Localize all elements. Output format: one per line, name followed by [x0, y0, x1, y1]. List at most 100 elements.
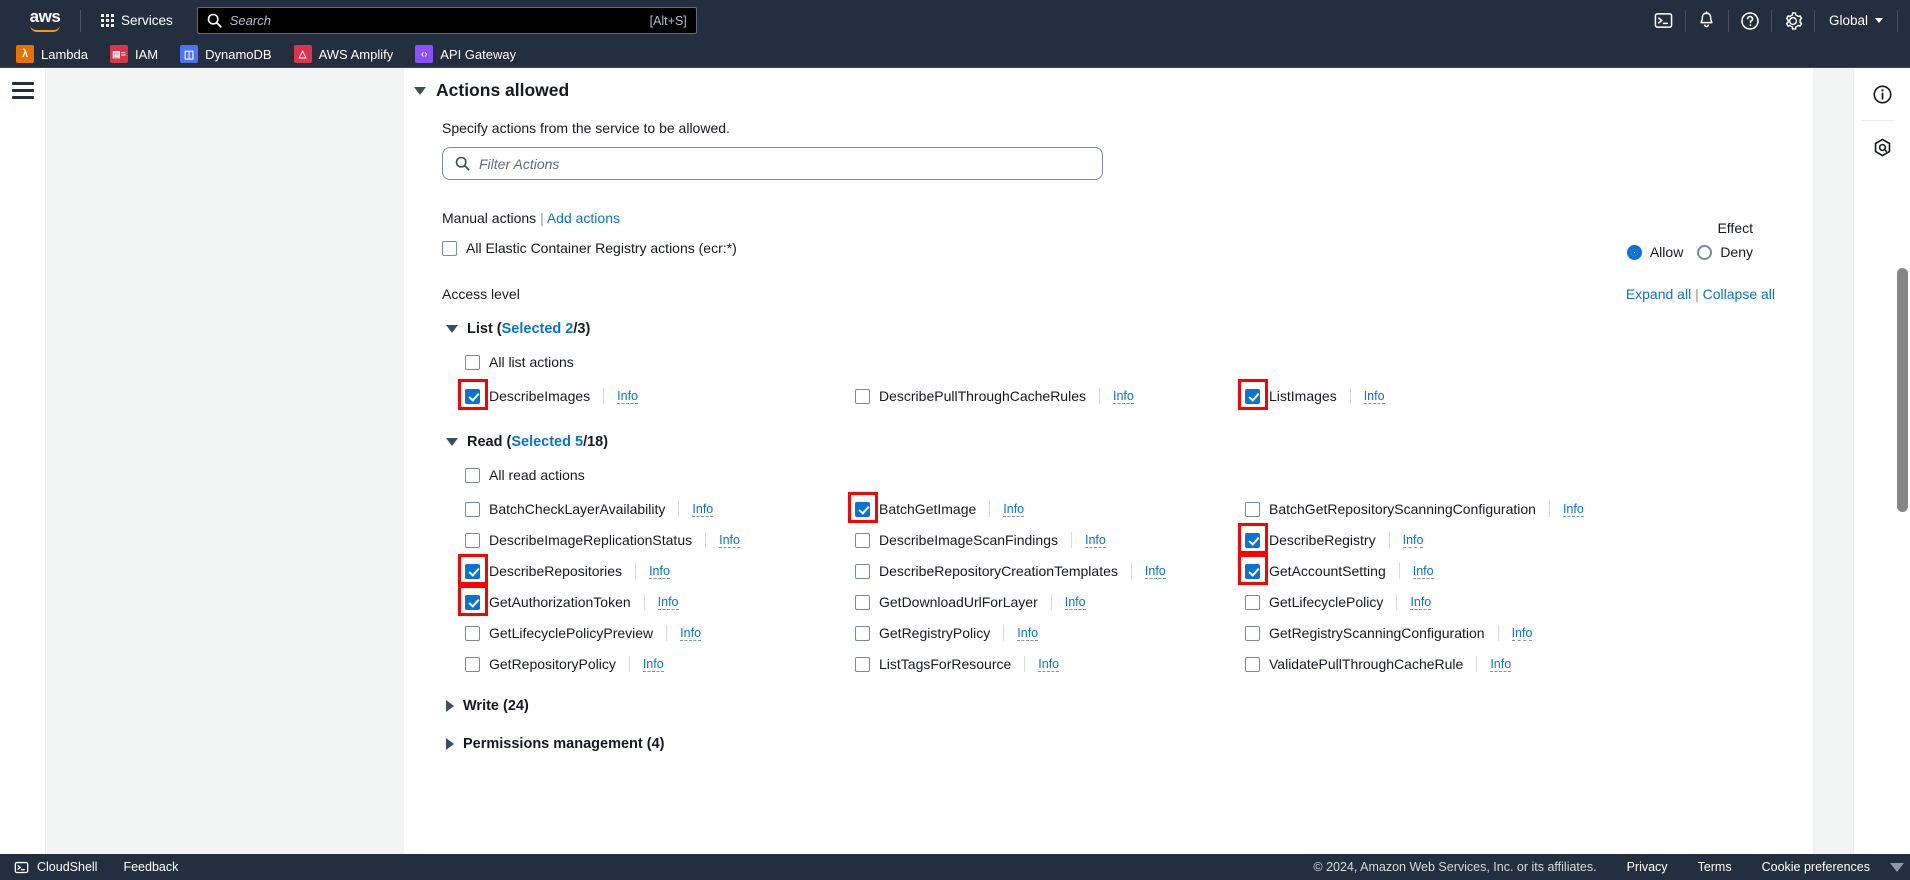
group-header-permissions-management[interactable]: Permissions management (4)	[442, 736, 1775, 752]
menu-toggle-icon[interactable]	[11, 82, 34, 99]
chevron-down-icon[interactable]	[446, 438, 458, 446]
action-label[interactable]: DescribeImageReplicationStatus	[489, 532, 692, 548]
effect-allow-radio[interactable]	[1626, 244, 1642, 260]
action-item[interactable]: DescribeImageScanFindings Info	[855, 528, 1245, 552]
all-list-actions-label[interactable]: All list actions	[489, 354, 574, 370]
favorite-lambda[interactable]: λ Lambda	[16, 45, 88, 63]
action-checkbox[interactable]	[465, 532, 480, 548]
action-label[interactable]: GetAccountSetting	[1269, 563, 1386, 579]
action-label[interactable]: GetRegistryScanningConfiguration	[1269, 625, 1485, 641]
action-label[interactable]: BatchCheckLayerAvailability	[489, 501, 665, 517]
info-link[interactable]: Info	[1038, 657, 1060, 672]
action-label[interactable]: GetLifecyclePolicy	[1269, 594, 1383, 610]
action-item[interactable]: BatchCheckLayerAvailability Info	[465, 497, 855, 521]
info-link[interactable]: Info	[1084, 533, 1106, 548]
all-read-actions-label[interactable]: All read actions	[489, 467, 585, 483]
action-item[interactable]: BatchGetRepositoryScanningConfiguration …	[1245, 497, 1775, 521]
action-label[interactable]: GetAuthorizationToken	[489, 594, 631, 610]
info-link[interactable]: Info	[1144, 564, 1166, 579]
all-service-actions-checkbox[interactable]	[442, 240, 457, 256]
aws-logo[interactable]: aws	[14, 8, 76, 32]
action-item[interactable]: DescribeImageReplicationStatus Info	[465, 528, 855, 552]
action-label[interactable]: GetRepositoryPolicy	[489, 656, 616, 672]
filter-actions-input[interactable]: Filter Actions	[442, 147, 1103, 180]
action-item[interactable]: ValidatePullThroughCacheRule Info	[1245, 652, 1775, 676]
action-checkbox[interactable]	[1245, 532, 1260, 548]
action-checkbox[interactable]	[1245, 501, 1260, 517]
action-item[interactable]: ListImages Info	[1238, 379, 1775, 410]
action-checkbox[interactable]	[1245, 625, 1260, 641]
info-link[interactable]: Info	[617, 389, 639, 404]
info-link[interactable]: Info	[1410, 595, 1432, 610]
page-scrollbar[interactable]	[1895, 68, 1910, 854]
action-checkbox[interactable]	[855, 388, 870, 404]
info-link[interactable]: Info	[1064, 595, 1086, 610]
action-checkbox[interactable]	[855, 625, 870, 641]
action-checkbox[interactable]	[855, 501, 870, 517]
action-item[interactable]: BatchGetImage Info	[848, 492, 1245, 523]
action-checkbox[interactable]	[855, 532, 870, 548]
group-header-read[interactable]: Read (Selected 5/18)	[442, 434, 1775, 450]
action-checkbox[interactable]	[855, 563, 870, 579]
bell-icon[interactable]	[1686, 0, 1728, 41]
scrollbar-thumb[interactable]	[1897, 268, 1908, 512]
help-icon[interactable]	[1729, 0, 1771, 41]
action-checkbox[interactable]	[465, 594, 480, 610]
collapse-all-link[interactable]: Collapse all	[1703, 286, 1775, 302]
all-list-actions-row[interactable]: All list actions	[442, 354, 1775, 370]
info-link[interactable]: Info	[1113, 389, 1134, 404]
action-label[interactable]: DescribeRepositoryCreationTemplates	[879, 563, 1118, 579]
cloudshell-icon[interactable]	[1643, 0, 1685, 41]
settings-icon[interactable]	[1772, 0, 1814, 41]
all-service-actions-label[interactable]: All Elastic Container Registry actions (…	[466, 240, 737, 256]
info-link[interactable]: Info	[1017, 626, 1039, 641]
info-link[interactable]: Info	[657, 595, 679, 610]
info-link[interactable]: Info	[1402, 533, 1424, 548]
action-label[interactable]: ListImages	[1269, 388, 1337, 404]
services-menu-button[interactable]: Services	[91, 7, 183, 34]
info-link[interactable]: Info	[649, 564, 670, 579]
action-item[interactable]: GetLifecyclePolicyPreview Info	[465, 621, 855, 645]
all-service-actions-row[interactable]: All Elastic Container Registry actions (…	[442, 240, 1775, 256]
action-checkbox[interactable]	[1245, 388, 1260, 404]
action-label[interactable]: DescribeImageScanFindings	[879, 532, 1058, 548]
action-label[interactable]: BatchGetImage	[879, 501, 976, 517]
chevron-right-icon[interactable]	[446, 700, 454, 712]
action-checkbox[interactable]	[465, 656, 480, 672]
action-label[interactable]: ValidatePullThroughCacheRule	[1269, 656, 1463, 672]
cookie-preferences-link[interactable]: Cookie preferences	[1762, 860, 1870, 874]
effect-deny-label[interactable]: Deny	[1720, 244, 1753, 260]
action-item[interactable]: GetRepositoryPolicy Info	[465, 652, 855, 676]
chevron-down-icon[interactable]	[414, 86, 426, 95]
info-link[interactable]: Info	[1490, 657, 1512, 672]
action-label[interactable]: GetLifecyclePolicyPreview	[489, 625, 653, 641]
add-actions-link[interactable]: Add actions	[547, 210, 620, 226]
info-link[interactable]: Info	[719, 533, 740, 548]
group-header-write[interactable]: Write (24)	[442, 698, 1775, 714]
action-label[interactable]: DescribeRegistry	[1269, 532, 1376, 548]
info-link[interactable]: Info	[1003, 502, 1025, 517]
action-checkbox[interactable]	[465, 625, 480, 641]
favorite-dynamodb[interactable]: ◫ DynamoDB	[180, 45, 272, 63]
action-item[interactable]: DescribeImages Info	[458, 379, 855, 410]
scroll-down-caret-icon[interactable]	[1890, 862, 1904, 872]
action-item[interactable]: DescribePullThroughCacheRules Info	[855, 384, 1245, 408]
info-link[interactable]: Info	[1562, 502, 1584, 517]
action-label[interactable]: DescribeRepositories	[489, 563, 622, 579]
search-input[interactable]: Search [Alt+S]	[196, 7, 697, 34]
action-checkbox[interactable]	[855, 594, 870, 610]
info-link[interactable]: Info	[692, 502, 714, 517]
action-item[interactable]: GetDownloadUrlForLayer Info	[855, 590, 1245, 614]
privacy-link[interactable]: Privacy	[1627, 860, 1668, 874]
action-item[interactable]: ListTagsForResource Info	[855, 652, 1245, 676]
action-item[interactable]: DescribeRepositoryCreationTemplates Info	[855, 559, 1245, 583]
action-item[interactable]: GetRegistryPolicy Info	[855, 621, 1245, 645]
terms-link[interactable]: Terms	[1698, 860, 1732, 874]
favorite-iam[interactable]: ▤≡ IAM	[109, 45, 158, 63]
info-link[interactable]: Info	[642, 657, 664, 672]
info-link[interactable]: Info	[1363, 389, 1385, 404]
chevron-right-icon[interactable]	[446, 738, 454, 750]
region-selector[interactable]: Global	[1815, 0, 1897, 41]
action-label[interactable]: GetDownloadUrlForLayer	[879, 594, 1038, 610]
expand-all-link[interactable]: Expand all	[1626, 286, 1691, 302]
